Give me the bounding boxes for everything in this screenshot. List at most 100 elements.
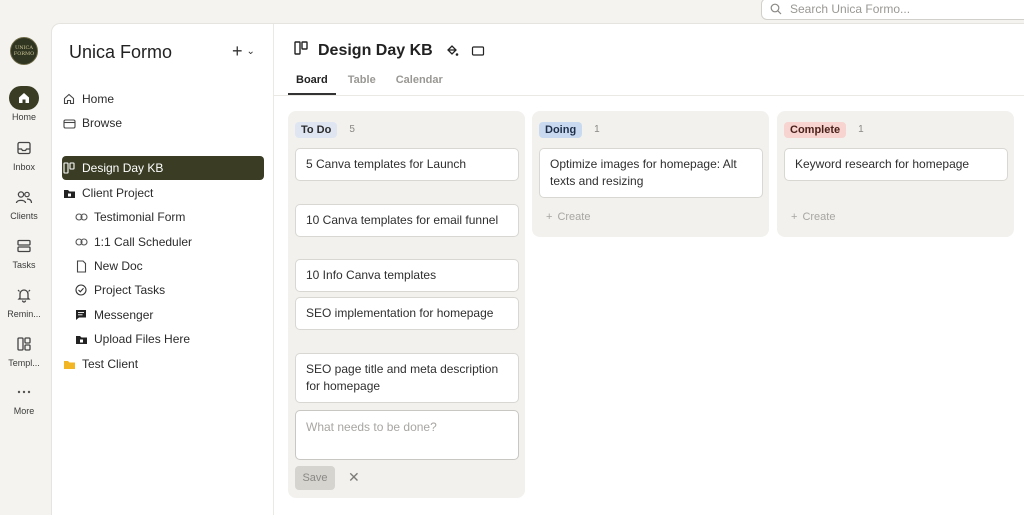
sidebar-item-new-doc[interactable]: New Doc bbox=[74, 254, 264, 278]
task-card[interactable]: 5 Canva templates for Launch bbox=[295, 148, 519, 181]
plus-icon: + bbox=[546, 211, 553, 223]
add-menu-button[interactable]: + ⌄ bbox=[232, 41, 255, 62]
column-todo: To Do 5 5 Canva templates for Launch 10 … bbox=[288, 111, 525, 498]
sidebar-item-label: New Doc bbox=[94, 259, 143, 273]
task-card[interactable]: 10 Info Canva templates bbox=[295, 259, 519, 292]
sidebar-item-label: Project Tasks bbox=[94, 283, 166, 297]
tab-board[interactable]: Board bbox=[288, 70, 336, 95]
sidebar-item-label: Testimonial Form bbox=[94, 210, 186, 224]
task-card[interactable]: Keyword research for homepage bbox=[784, 148, 1008, 181]
create-card-button[interactable]: + Create bbox=[791, 211, 835, 223]
chevron-down-icon: ⌄ bbox=[246, 46, 255, 57]
sidebar-item-messenger[interactable]: Messenger bbox=[74, 303, 264, 327]
sidebar-item-label: Upload Files Here bbox=[94, 332, 191, 346]
card-count: 1 bbox=[594, 124, 600, 135]
left-rail: UNICA FORMO Home Inbox Clients Tasks Rem… bbox=[0, 28, 48, 515]
status-badge[interactable]: Complete bbox=[784, 121, 847, 138]
column-complete: Complete 1 Keyword research for homepage… bbox=[777, 111, 1014, 237]
sidebar-item-label: 1:1 Call Scheduler bbox=[94, 235, 193, 249]
task-card[interactable]: SEO implementation for homepage bbox=[295, 297, 519, 330]
view-tabs: Board Table Calendar bbox=[288, 70, 455, 95]
rail-label: Remin... bbox=[7, 309, 41, 319]
link-icon bbox=[74, 235, 88, 249]
status-badge[interactable]: Doing bbox=[539, 121, 583, 138]
doc-icon bbox=[74, 259, 88, 273]
save-button[interactable]: Save bbox=[295, 466, 335, 490]
sidebar-item-test-client[interactable]: Test Client bbox=[62, 352, 264, 376]
task-card[interactable]: 10 Canva templates for email funnel bbox=[295, 204, 519, 237]
create-label: Create bbox=[557, 211, 591, 223]
chat-icon bbox=[74, 308, 88, 322]
sidebar-item-label: Test Client bbox=[82, 357, 139, 371]
sidebar-item-design-day-kb[interactable]: Design Day KB bbox=[62, 156, 264, 180]
plus-icon: + bbox=[791, 211, 798, 223]
card-count: 5 bbox=[349, 124, 355, 135]
card-count: 1 bbox=[858, 124, 864, 135]
rail-label: Tasks bbox=[12, 260, 36, 270]
sidebar-item-call-scheduler[interactable]: 1:1 Call Scheduler bbox=[74, 230, 264, 254]
column-header: Doing 1 bbox=[532, 111, 769, 138]
rail-item-inbox[interactable]: Inbox bbox=[0, 136, 48, 172]
rail-label: Clients bbox=[10, 211, 38, 221]
rail-item-reminders[interactable]: Remin... bbox=[0, 283, 48, 319]
folder-icon bbox=[62, 357, 76, 371]
board-icon bbox=[294, 41, 308, 60]
rail-item-home[interactable]: Home bbox=[0, 86, 48, 122]
tab-divider bbox=[274, 95, 1024, 96]
board-view: Design Day KB Board Table Calendar To Do… bbox=[274, 24, 1024, 515]
bell-icon bbox=[9, 283, 39, 307]
rail-item-templates[interactable]: Templ... bbox=[0, 332, 48, 368]
page-title: Design Day KB bbox=[318, 41, 433, 59]
home-icon bbox=[62, 92, 76, 106]
rail-label: Home bbox=[11, 112, 36, 122]
sidebar-item-label: Design Day KB bbox=[82, 161, 164, 175]
sidebar-item-home[interactable]: Home bbox=[62, 87, 264, 111]
rail-label: Inbox bbox=[12, 162, 36, 172]
plus-icon: + bbox=[232, 41, 243, 61]
column-header: To Do 5 bbox=[288, 111, 525, 138]
inbox-icon bbox=[9, 136, 39, 160]
more-icon bbox=[9, 380, 39, 404]
board-icon bbox=[62, 161, 76, 175]
status-badge[interactable]: To Do bbox=[295, 121, 338, 138]
tasks-icon bbox=[9, 234, 39, 258]
rail-item-tasks[interactable]: Tasks bbox=[0, 234, 48, 270]
browse-icon bbox=[62, 116, 76, 130]
sidebar-item-upload-files[interactable]: Upload Files Here bbox=[74, 327, 264, 351]
workspace-sidebar: Unica Formo + ⌄ Home Browse Design Day K… bbox=[52, 24, 274, 515]
search-input[interactable]: Search Unica Formo... bbox=[761, 0, 1024, 20]
link-icon bbox=[74, 210, 88, 224]
upload-folder-icon bbox=[74, 332, 88, 346]
rail-item-clients[interactable]: Clients bbox=[0, 185, 48, 221]
new-card-input[interactable]: What needs to be done? bbox=[295, 410, 519, 460]
close-icon[interactable]: ✕ bbox=[348, 469, 360, 486]
check-circle-icon bbox=[74, 283, 88, 297]
task-card[interactable]: SEO page title and meta description for … bbox=[295, 353, 519, 403]
sidebar-item-browse[interactable]: Browse bbox=[62, 111, 264, 135]
paint-bucket-icon[interactable] bbox=[445, 44, 459, 58]
create-card-button[interactable]: + Create bbox=[546, 211, 590, 223]
rail-label: More bbox=[13, 406, 35, 416]
folder-icon bbox=[62, 186, 76, 200]
workspace-logo[interactable]: UNICA FORMO bbox=[10, 37, 38, 65]
sidebar-item-client-project[interactable]: Client Project bbox=[62, 181, 264, 205]
column-header: Complete 1 bbox=[777, 111, 1014, 138]
search-placeholder: Search Unica Formo... bbox=[790, 2, 911, 16]
sidebar-item-project-tasks[interactable]: Project Tasks bbox=[74, 278, 264, 302]
tab-calendar[interactable]: Calendar bbox=[388, 70, 451, 95]
home-icon bbox=[9, 86, 39, 110]
template-icon bbox=[9, 332, 39, 356]
task-card[interactable]: Optimize images for homepage: Alt texts … bbox=[539, 148, 763, 198]
tab-table[interactable]: Table bbox=[340, 70, 384, 95]
clients-icon bbox=[9, 185, 39, 209]
rail-item-more[interactable]: More bbox=[0, 380, 48, 416]
sidebar-item-label: Client Project bbox=[82, 186, 154, 200]
rail-label: Templ... bbox=[8, 358, 40, 368]
create-label: Create bbox=[802, 211, 836, 223]
panel-icon[interactable] bbox=[471, 45, 485, 57]
sidebar-item-testimonial-form[interactable]: Testimonial Form bbox=[74, 205, 264, 229]
workspace-logo-text: UNICA FORMO bbox=[13, 45, 35, 57]
sidebar-item-label: Browse bbox=[82, 116, 123, 130]
sidebar-item-label: Messenger bbox=[94, 308, 154, 322]
sidebar-item-label: Home bbox=[82, 92, 115, 106]
